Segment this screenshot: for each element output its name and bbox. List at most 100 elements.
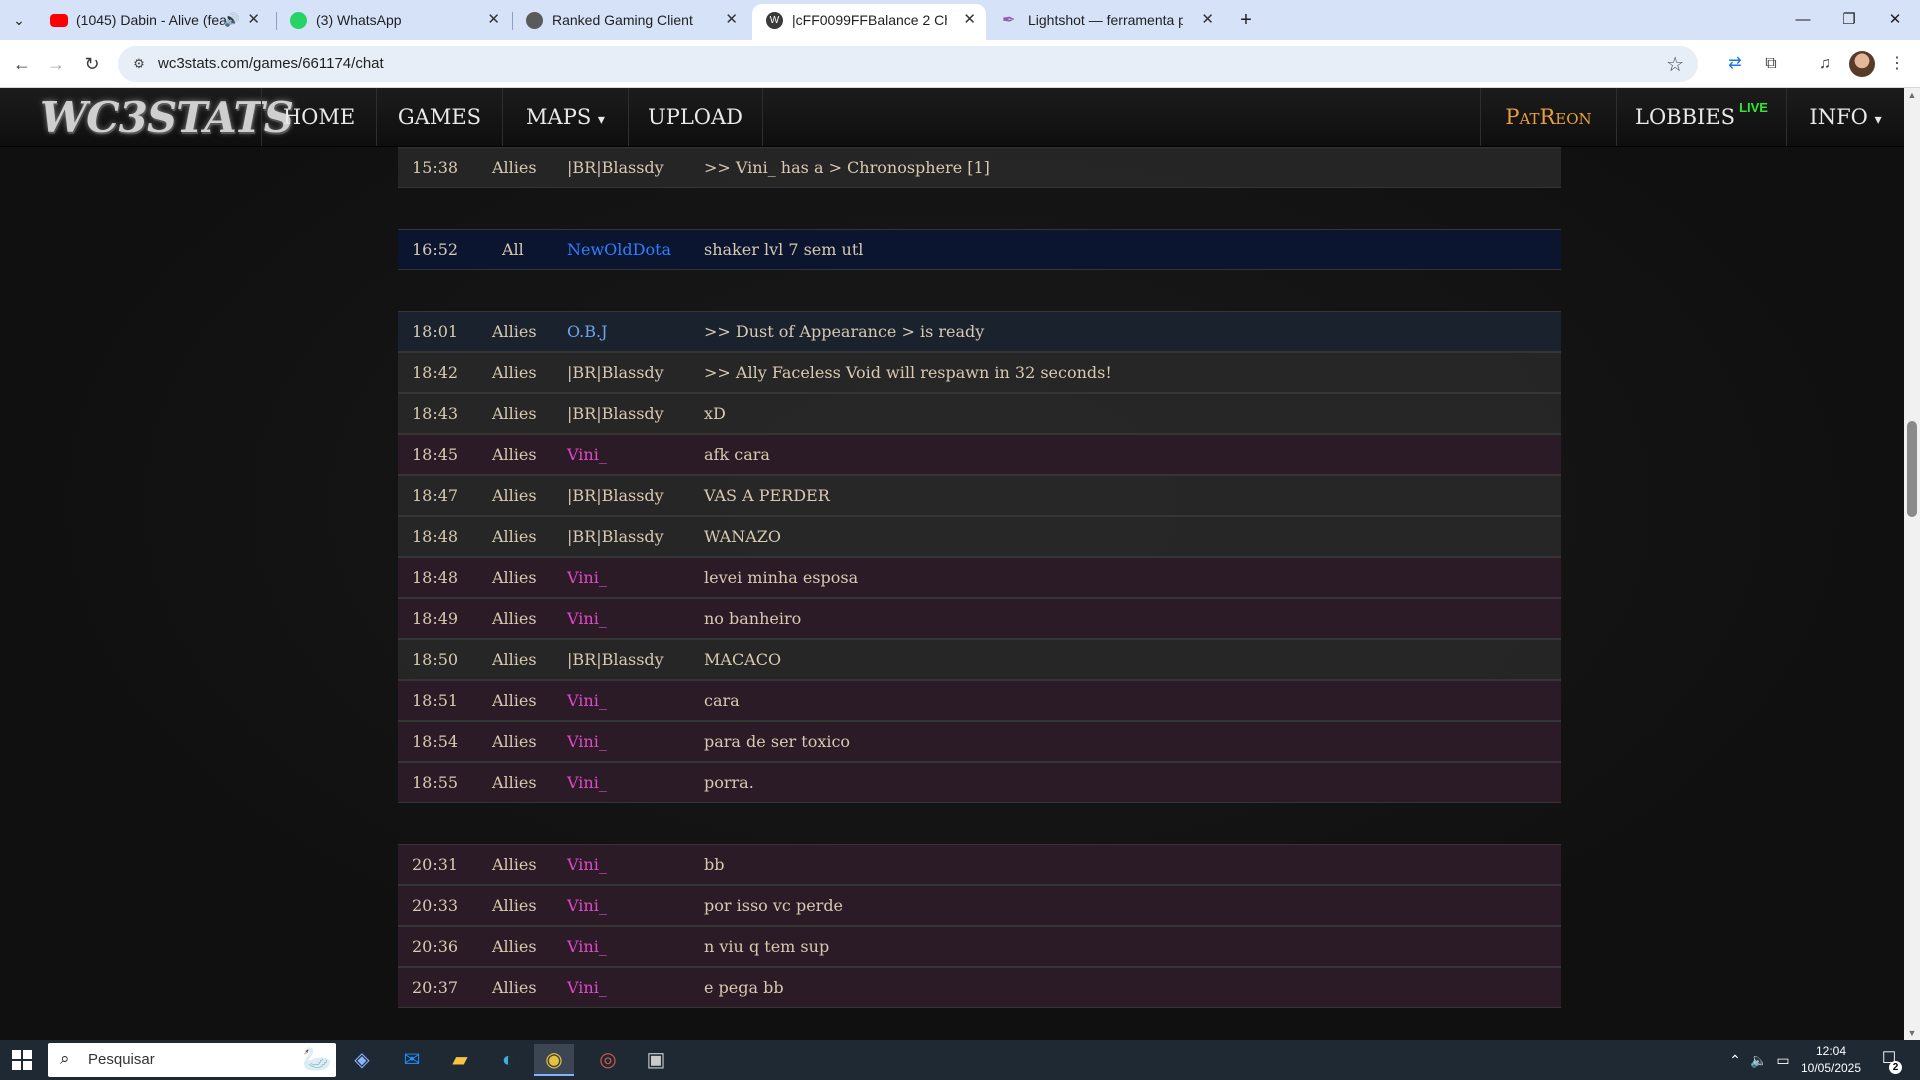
chat-player-name[interactable]: NewOldDota <box>567 230 671 269</box>
chat-message: bb <box>704 855 725 874</box>
show-hidden-icons-icon[interactable]: ⌃ <box>1724 1040 1746 1080</box>
chat-row: 18:55 Allies Vini_ porra. <box>398 762 1561 803</box>
chat-player-name[interactable]: Vini_ <box>567 558 607 597</box>
chat-message: cara <box>704 691 740 710</box>
tab-search-dropdown-icon[interactable]: ⌄ <box>6 8 32 32</box>
forward-icon[interactable]: → <box>42 50 70 78</box>
chat-player-name[interactable]: Vini_ <box>567 599 607 638</box>
nav-home-label: HOME <box>282 105 356 129</box>
tab-title: (1045) Dabin - Alive (feat. R <box>76 12 226 28</box>
address-bar[interactable]: ⚙ wc3stats.com/games/661174/chat ☆ <box>118 46 1698 82</box>
copilot-icon[interactable]: ◈ <box>342 1044 382 1076</box>
chevron-down-icon: ▾ <box>597 112 605 128</box>
nav-games[interactable]: GAMES <box>376 88 502 146</box>
menu-kebab-icon[interactable]: ⋮ <box>1884 52 1910 76</box>
taskbar-search-box[interactable]: ⌕ Pesquisar 🦢 <box>48 1043 336 1077</box>
chat-row: 16:52 All NewOldDota shaker lvl 7 sem utl <box>398 229 1561 270</box>
taskbar-clock[interactable]: 12:04 10/05/2025 <box>1786 1043 1876 1077</box>
chat-time: 18:48 <box>412 568 459 587</box>
profile-avatar[interactable] <box>1849 51 1875 77</box>
close-tab-icon[interactable]: ✕ <box>487 4 500 36</box>
chevron-down-icon: ▾ <box>1874 112 1882 128</box>
site-info-icon[interactable]: ⚙ <box>130 55 148 73</box>
chat-player-name[interactable]: Vini_ <box>567 722 607 761</box>
restore-icon[interactable]: ❐ <box>1826 0 1872 40</box>
scrollbar-thumb[interactable] <box>1907 421 1917 517</box>
chat-player-name[interactable]: |BR|Blassdy <box>567 640 664 679</box>
new-tab-button[interactable]: + <box>1232 6 1260 34</box>
volume-icon[interactable]: 🔈 <box>1748 1040 1770 1080</box>
chat-player-name[interactable]: Vini_ <box>567 681 607 720</box>
chat-player-name[interactable]: Vini_ <box>567 845 607 884</box>
speaker-icon[interactable]: 🔊 <box>224 4 240 36</box>
close-tab-icon[interactable]: ✕ <box>963 4 976 36</box>
chat-channel: Allies <box>492 773 537 792</box>
chat-message: >> Vini_ has a > Chronosphere [1] <box>704 158 990 177</box>
nav-home[interactable]: HOME <box>261 88 376 146</box>
minimize-icon[interactable]: — <box>1780 0 1826 40</box>
site-logo[interactable]: WC3STATS <box>40 94 294 142</box>
reload-icon[interactable]: ↻ <box>78 50 106 78</box>
close-tab-icon[interactable]: ✕ <box>247 4 260 36</box>
browser-tab-bar: ⌄ (1045) Dabin - Alive (feat. R 🔊 ✕ (3) … <box>0 0 1920 40</box>
chat-channel: Allies <box>492 896 537 915</box>
gaming-client-icon <box>526 12 543 29</box>
tab-whatsapp[interactable]: (3) WhatsApp ✕ <box>276 4 510 40</box>
nav-info[interactable]: INFO ▾ <box>1786 88 1904 146</box>
close-tab-icon[interactable]: ✕ <box>725 4 738 36</box>
windows-start-icon[interactable] <box>12 1050 32 1070</box>
chrome-icon[interactable]: ◉ <box>534 1044 574 1076</box>
ranked-client-icon[interactable]: ◎ <box>588 1044 628 1076</box>
chat-player-name[interactable]: Vini_ <box>567 886 607 925</box>
tab-wc3stats-chatlog[interactable]: W |cFF0099FFBalance 2 Chatlog | W ✕ <box>752 4 986 40</box>
media-controls-icon[interactable]: ♫ <box>1812 52 1838 76</box>
back-icon[interactable]: ← <box>8 50 36 78</box>
chat-player-name[interactable]: |BR|Blassdy <box>567 394 664 433</box>
notifications-icon[interactable]: ☐ 2 <box>1874 1048 1904 1074</box>
nav-lobbies[interactable]: LOBBIES LIVE <box>1616 88 1786 146</box>
chat-channel: All <box>502 240 524 259</box>
warcraft-icon[interactable]: ▣ <box>636 1044 676 1076</box>
chat-player-name[interactable]: Vini_ <box>567 927 607 966</box>
chat-channel: Allies <box>492 650 537 669</box>
chat-row: 18:48 Allies Vini_ levei minha esposa <box>398 557 1561 598</box>
youtube-icon <box>50 14 68 27</box>
chat-player-name[interactable]: |BR|Blassdy <box>567 353 664 392</box>
chat-row: 18:48 Allies |BR|Blassdy WANAZO <box>398 516 1561 557</box>
extensions-icon[interactable]: ⧉ <box>1758 52 1784 76</box>
chat-time: 20:37 <box>412 978 459 997</box>
chat-player-name[interactable]: Vini_ <box>567 763 607 802</box>
chat-channel: Allies <box>492 445 537 464</box>
chat-player-name[interactable]: |BR|Blassdy <box>567 148 664 187</box>
outlook-icon[interactable]: ✉ <box>392 1044 432 1076</box>
translate-icon[interactable]: ⇄ <box>1722 52 1748 76</box>
nav-upload[interactable]: UPLOAD <box>628 88 763 146</box>
nav-maps[interactable]: MAPS ▾ <box>502 88 628 146</box>
tab-lightshot[interactable]: ✒ Lightshot — ferramenta para ca ✕ <box>988 4 1224 40</box>
page-scrollbar[interactable]: ▲ ▼ <box>1904 88 1920 1040</box>
edge-icon[interactable]: ◐ <box>488 1044 528 1076</box>
chat-player-name[interactable]: Vini_ <box>567 435 607 474</box>
chat-row: 15:38 Allies |BR|Blassdy >> Vini_ has a > C… <box>398 147 1561 188</box>
chat-message: >> Dust of Appearance > is ready <box>704 322 985 341</box>
chat-player-name[interactable]: |BR|Blassdy <box>567 476 664 515</box>
file-explorer-icon[interactable]: ▰ <box>440 1044 480 1076</box>
chat-channel: Allies <box>492 609 537 628</box>
chat-message: shaker lvl 7 sem utl <box>704 240 864 259</box>
chat-message: MACACO <box>704 650 782 669</box>
bookmark-star-icon[interactable]: ☆ <box>1666 52 1684 77</box>
chat-player-name[interactable]: O.B.J <box>567 312 608 351</box>
close-window-icon[interactable]: ✕ <box>1872 0 1918 40</box>
nav-info-label: INFO <box>1809 105 1868 129</box>
chat-player-name[interactable]: |BR|Blassdy <box>567 517 664 556</box>
nav-patreon[interactable]: PatReon <box>1480 88 1616 146</box>
chat-time: 18:49 <box>412 609 459 628</box>
chat-row: 18:51 Allies Vini_ cara <box>398 680 1561 721</box>
scroll-down-arrow-icon[interactable]: ▼ <box>1904 1026 1920 1040</box>
tab-youtube[interactable]: (1045) Dabin - Alive (feat. R 🔊 ✕ <box>36 4 270 40</box>
url-text[interactable]: wc3stats.com/games/661174/chat <box>158 55 384 72</box>
tab-ranked-gaming-client[interactable]: Ranked Gaming Client ✕ <box>512 4 748 40</box>
chat-player-name[interactable]: Vini_ <box>567 968 607 1007</box>
scroll-up-arrow-icon[interactable]: ▲ <box>1904 88 1920 102</box>
close-tab-icon[interactable]: ✕ <box>1201 4 1214 36</box>
